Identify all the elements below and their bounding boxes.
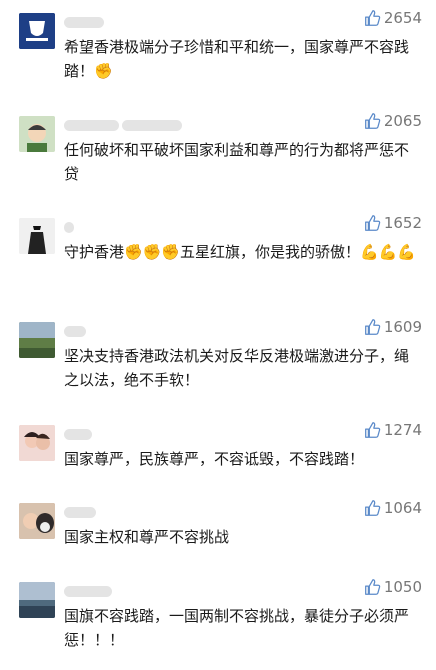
like-button[interactable]: 1609 xyxy=(363,318,422,336)
avatar[interactable] xyxy=(19,582,55,618)
comment-text: 希望香港极端分子珍惜和平和统一，国家尊严不容践踏！✊ xyxy=(64,38,410,80)
comment-text: 国家主权和尊严不容挑战 xyxy=(64,528,230,546)
like-count: 1274 xyxy=(383,421,422,439)
like-count: 2065 xyxy=(383,112,422,130)
username xyxy=(64,584,115,598)
thumbs-up-icon xyxy=(364,579,381,595)
like-button[interactable]: 2654 xyxy=(363,9,422,27)
username xyxy=(64,324,89,338)
username xyxy=(64,505,99,519)
username xyxy=(64,15,107,29)
comment-text: 守护香港✊✊✊五星红旗，你是我的骄傲！💪💪💪 xyxy=(64,243,417,261)
avatar[interactable] xyxy=(19,425,55,461)
like-count: 1050 xyxy=(383,578,422,596)
comment-text: 任何破坏和平破坏国家利益和尊严的行为都将严惩不贷 xyxy=(64,141,410,183)
avatar[interactable] xyxy=(19,13,55,49)
like-button[interactable]: 2065 xyxy=(363,112,422,130)
thumbs-up-icon xyxy=(364,10,381,26)
thumbs-up-icon xyxy=(364,215,381,231)
like-count: 2654 xyxy=(383,9,422,27)
username xyxy=(64,427,95,441)
avatar[interactable] xyxy=(19,503,55,539)
like-count: 1609 xyxy=(383,318,422,336)
comment-text: 坚决支持香港政法机关对反华反港极端激进分子，绳之以法，绝不手软！ xyxy=(64,347,410,389)
thumbs-up-icon xyxy=(364,500,381,516)
avatar[interactable] xyxy=(19,322,55,358)
thumbs-up-icon xyxy=(364,113,381,129)
like-button[interactable]: 1652 xyxy=(363,214,422,232)
thumbs-up-icon xyxy=(364,422,381,438)
username xyxy=(64,220,77,234)
avatar[interactable] xyxy=(19,218,55,254)
avatar[interactable] xyxy=(19,116,55,152)
like-button[interactable]: 1050 xyxy=(363,578,422,596)
comment-text: 国家尊严，民族尊严，不容诋毁，不容践踏！ xyxy=(64,450,365,468)
like-count: 1652 xyxy=(383,214,422,232)
thumbs-up-icon xyxy=(364,319,381,335)
username xyxy=(64,118,185,132)
like-button[interactable]: 1064 xyxy=(363,499,422,517)
comment-text: 国旗不容践踏，一国两制不容挑战，暴徒分子必须严惩！！！ xyxy=(64,607,410,649)
like-button[interactable]: 1274 xyxy=(363,421,422,439)
like-count: 1064 xyxy=(383,499,422,517)
